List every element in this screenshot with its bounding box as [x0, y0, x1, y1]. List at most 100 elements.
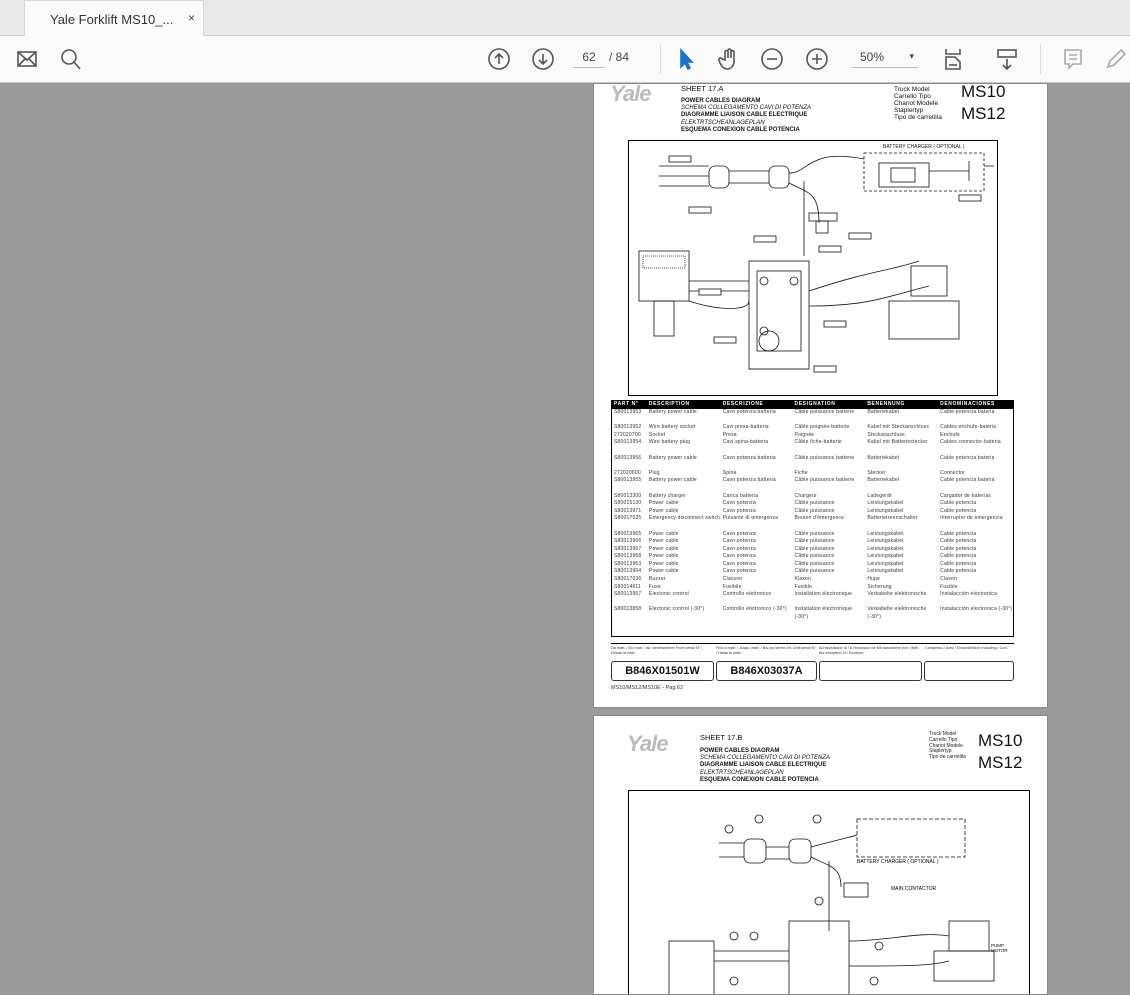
table-row: S80013967 Power cable Cavo potenza Câble pu…	[612, 546, 1013, 554]
comment-icon[interactable]	[1060, 46, 1086, 72]
table-cell: Cavi spina-batteria	[722, 439, 769, 446]
until-serial-value: B846X03037A	[716, 661, 817, 681]
table-cell: Socket	[648, 431, 666, 438]
table-cell: Controllo elettronico	[722, 591, 772, 598]
table-cell: Leistungskabel	[867, 530, 904, 537]
zoom-in-icon[interactable]	[804, 46, 830, 72]
table-header: PART N° DESCRIPTION DESCRIZIONE DESIGNATION…	[612, 401, 1013, 409]
table-cell: Power cable	[648, 500, 679, 507]
table-cell: S80013952	[614, 424, 642, 431]
select-cursor-icon[interactable]	[672, 46, 698, 72]
table-cell: Câble puissance	[794, 538, 835, 545]
document-tab[interactable]: Yale Forklift MS10_... ×	[24, 0, 204, 37]
table-cell: Battery power cable	[648, 454, 697, 461]
wiring-diagram: BATTERY CHARGER ( OPTIONAL ) MAIN CONTAC…	[628, 790, 1030, 994]
title-it: SCHEMA COLLEGAMENTO CAVI DI POTENZA	[681, 105, 812, 112]
battery-charger-label: BATTERY CHARGER ( OPTIONAL )	[883, 144, 965, 150]
title-fr: DIAGRAMME LIAISON CABLE ELECTRIQUE	[700, 762, 827, 769]
table-row: 272020600 Plug Spina Fiche Stecker Connector	[612, 470, 1013, 478]
table-cell: Carica batteria	[722, 492, 759, 499]
table-row: 272020700 Socket Presa Poignée Steckanschlus…	[612, 432, 1013, 440]
diagram-titles: POWER CABLES DIAGRAM SCHEMA COLLEGAMENTO…	[700, 748, 830, 784]
table-row: S80017035 Emergency disconnect switch Puls…	[612, 515, 1013, 530]
table-cell: Power cable	[648, 545, 679, 552]
table-cell: Wire battery socket	[648, 424, 696, 431]
table-cell: Fuse	[648, 583, 661, 590]
table-cell: Fusible	[794, 583, 813, 590]
diagram-titles: POWER CABLES DIAGRAM SCHEMA COLLEGAMENTO…	[681, 98, 811, 134]
zoom-select[interactable]: 50% ▾	[852, 50, 918, 68]
table-cell: S80017036	[614, 576, 642, 583]
table-cell: Power cable	[648, 568, 679, 575]
table-row: S80013952 Wire battery socket Cavi presa-b…	[612, 424, 1013, 432]
table-cell: Leistungskabel	[867, 568, 904, 575]
truck-models: MS10 MS12	[978, 730, 1022, 774]
table-cell: Cavo potenza	[722, 560, 756, 567]
yale-logo: Yale	[610, 83, 651, 106]
page-up-icon[interactable]	[486, 46, 512, 72]
table-cell: Electonic control (-30°)	[648, 606, 705, 613]
header-cell: DESCRIPTION	[648, 401, 690, 407]
table-cell: 272020700	[614, 431, 641, 438]
table-cell: Instalacción electronica	[940, 591, 997, 598]
table-cell: S80013966	[614, 538, 642, 545]
table-cell: Batteriekabel	[867, 477, 900, 484]
table-cell: Câble puissance	[794, 545, 835, 552]
table-cell: Cavo potenza	[722, 507, 756, 514]
zoom-out-icon[interactable]	[759, 46, 785, 72]
table-cell: Enchufe	[940, 431, 960, 438]
mail-icon[interactable]	[14, 46, 40, 72]
toolbar: 62 / 84 50% ▾	[0, 36, 1130, 83]
table-cell: S80013958	[614, 606, 642, 613]
table-cell: Installation électronique	[794, 591, 853, 598]
table-cell: Cavo potenza	[722, 500, 756, 507]
header-cell: DENOMINACIONES	[940, 401, 995, 407]
table-row: S80013953 Battery power cable Cavo potenza…	[612, 409, 1013, 417]
table-cell: Câble fiche-batterie	[794, 439, 842, 446]
header-cell: DESCRIZIONE	[722, 401, 764, 407]
hand-icon[interactable]	[716, 46, 742, 72]
table-cell: Câble poignée-batterie	[794, 424, 850, 431]
divider	[660, 44, 661, 74]
table-cell: Battery power cable	[648, 409, 697, 415]
model-label: Staplertyp	[894, 107, 924, 114]
wiring-diagram-drawing	[638, 152, 994, 373]
exception-label: Ad esclusione di / A l'exclusion de Mit …	[819, 646, 919, 655]
search-icon[interactable]	[58, 46, 84, 72]
table-cell: Cavo potenza batteria	[722, 409, 776, 415]
table-cell: Instalacción electronica (-30°)	[940, 606, 1013, 613]
pen-icon[interactable]	[1103, 46, 1129, 72]
table-cell: Hupe	[867, 576, 881, 583]
table-cell: Cable potencia bateria	[940, 454, 995, 461]
table-cell: S80013964	[614, 568, 642, 575]
table-cell: Cable potencia	[940, 538, 977, 545]
table-cell: Electonic control	[648, 591, 689, 598]
header-cell: PART N°	[614, 401, 639, 407]
table-cell: Connector	[940, 469, 966, 476]
scroll-mode-icon[interactable]	[994, 46, 1020, 72]
table-cell: Verkabelte elektronische	[867, 591, 927, 598]
sheet-number: SHEET 17.B	[700, 733, 743, 742]
table-cell: Presa	[722, 431, 737, 438]
close-tab-icon[interactable]: ×	[188, 11, 195, 25]
model-name: MS10	[978, 731, 1023, 750]
table-cell: Câble puissance batterie	[794, 454, 855, 461]
table-cell: Câble puissance	[794, 530, 835, 537]
table-cell: Câble puissance	[794, 500, 835, 507]
table-row: S80013958 Electonic control (-30°) Control…	[612, 606, 1013, 621]
table-cell: Batteriekabel	[867, 409, 900, 415]
table-cell: Cavi presa-batteria	[722, 424, 769, 431]
model-label: Tipo de carretilla	[929, 754, 966, 761]
table-cell: Cavo potenza batteria	[722, 454, 776, 461]
table-cell: Power cable	[648, 507, 679, 514]
table-cell: Leistungskabel	[867, 500, 904, 507]
page-number-input[interactable]: 62	[573, 50, 605, 68]
table-cell: Fusible	[940, 583, 958, 590]
page-down-icon[interactable]	[530, 46, 556, 72]
table-cell: Cable potencia	[940, 545, 977, 552]
title-de: ELEKTRTSCHEANLAGEPLAN	[681, 119, 765, 126]
tab-bar: Yale Forklift MS10_... ×	[0, 0, 1130, 37]
pump-motor-label: PUMP MOTOR	[991, 943, 1008, 953]
fit-page-icon[interactable]	[940, 46, 966, 72]
table-row: S80013971 Power cable Cavo potenza Câble pu…	[612, 508, 1013, 516]
